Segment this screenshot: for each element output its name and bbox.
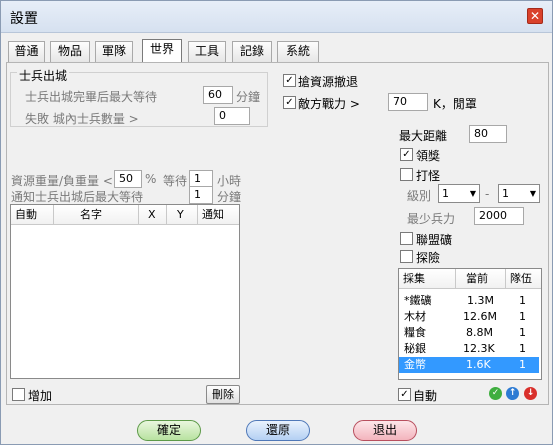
retreat-checkbox[interactable] (283, 74, 296, 87)
gather-team: 1 (519, 326, 526, 339)
gather-team: 1 (519, 342, 526, 355)
max-distance-input[interactable]: 80 (469, 125, 507, 143)
auto-checkbox[interactable] (398, 388, 411, 401)
alliance-mine-checkbox[interactable] (400, 232, 413, 245)
notify-unit: 分鐘 (217, 190, 242, 204)
retreat-label: 搶資源撤退 (298, 75, 359, 89)
enemy-power-checkbox[interactable] (283, 96, 296, 109)
gather-current: 1.6K (466, 358, 491, 371)
soldier-fail-label: 失敗 城內士兵數量 > (25, 112, 139, 126)
gather-name: 秘銀 (404, 342, 426, 355)
gather-header-current[interactable]: 當前 (456, 269, 506, 289)
gather-name: 金幣 (404, 358, 426, 371)
gather-table: 採集 當前 隊伍 *鐵礦 1.3M 1 木材 12.6M 1 糧食 8.8M 1 秘銀 12.… (398, 268, 542, 380)
tab-general[interactable]: 普通 (8, 41, 45, 62)
gather-name: 糧食 (404, 326, 426, 339)
chevron-down-icon: ▼ (529, 189, 536, 198)
target-table: 自動 名字 X Y 通知 (10, 204, 240, 379)
header-name[interactable]: 名字 (54, 205, 139, 225)
gather-row[interactable]: 木材 12.6M 1 (399, 309, 539, 325)
tab-army[interactable]: 軍隊 (95, 41, 133, 62)
move-up-icon[interactable]: ↑ (506, 387, 519, 400)
gather-team: 1 (519, 310, 526, 323)
add-label: 增加 (28, 389, 53, 403)
explore-checkbox[interactable] (400, 250, 413, 263)
auto-label: 自動 (413, 389, 438, 403)
gather-row[interactable]: 秘銀 12.3K 1 (399, 341, 539, 357)
soldier-wait-label: 士兵出城完畢后最大等待 (25, 90, 158, 104)
resource-ratio-unit: % (145, 172, 157, 186)
monster-checkbox[interactable] (400, 168, 413, 181)
exit-button[interactable]: 退出 (353, 420, 417, 441)
gather-current: 1.3M (467, 294, 494, 307)
resource-wait-label: 等待 (163, 174, 188, 188)
gather-name: *鐵礦 (404, 294, 432, 307)
level-to-value: 1 (502, 187, 509, 200)
header-y[interactable]: Y (167, 205, 198, 225)
monster-label: 打怪 (416, 169, 441, 183)
enemy-power-unit: K，閒罩 (433, 97, 477, 111)
resource-ratio-input[interactable]: 50 (114, 170, 142, 188)
tab-system[interactable]: 系統 (277, 41, 319, 62)
window-title: 設置 (10, 11, 38, 27)
gather-row-selected[interactable]: 金幣 1.6K 1 (399, 357, 539, 373)
settings-window: 設置 ✕ 普通 物品 軍隊 世界 工具 記錄 系統 士兵出城 士兵出城完畢后最大… (0, 0, 553, 445)
soldier-group-title: 士兵出城 (17, 67, 70, 84)
confirm-button[interactable]: 確定 (137, 420, 201, 441)
resource-wait-unit: 小時 (217, 174, 242, 188)
notify-input[interactable]: 1 (189, 186, 213, 204)
tab-world[interactable]: 世界 (142, 39, 182, 62)
header-x[interactable]: X (139, 205, 167, 225)
soldier-wait-input[interactable]: 60 (203, 86, 233, 104)
gather-team: 1 (519, 294, 526, 307)
gather-team: 1 (519, 358, 526, 371)
gather-name: 木材 (404, 310, 426, 323)
reward-label: 領獎 (416, 149, 441, 163)
enemy-power-label: 敵方戰力 > (298, 97, 360, 111)
level-dash: - (485, 187, 490, 201)
level-label: 級別 (407, 189, 432, 203)
notify-label: 通知士兵出城后最大等待 (11, 190, 144, 204)
tab-log[interactable]: 記錄 (232, 41, 272, 62)
level-from-value: 1 (442, 187, 449, 200)
add-checkbox[interactable] (12, 388, 25, 401)
explore-label: 探險 (416, 251, 441, 265)
header-auto[interactable]: 自動 (11, 205, 54, 225)
gather-current: 12.3K (463, 342, 495, 355)
world-panel: 士兵出城 士兵出城完畢后最大等待 60 分鐘 失敗 城內士兵數量 > 0 搶資源… (6, 62, 549, 405)
delete-button[interactable]: 刪除 (206, 385, 240, 404)
close-icon[interactable]: ✕ (527, 8, 543, 24)
tab-items[interactable]: 物品 (50, 41, 90, 62)
min-troops-input[interactable]: 2000 (474, 207, 524, 225)
gather-header-name[interactable]: 採集 (399, 269, 456, 289)
tab-tools[interactable]: 工具 (188, 41, 226, 62)
level-from-select[interactable]: 1 ▼ (438, 184, 480, 203)
title-bar[interactable]: 設置 ✕ (1, 1, 552, 33)
gather-row[interactable]: 糧食 8.8M 1 (399, 325, 539, 341)
soldier-wait-unit: 分鐘 (236, 90, 261, 104)
gather-current: 12.6M (463, 310, 497, 323)
gather-row[interactable]: *鐵礦 1.3M 1 (399, 293, 539, 309)
header-notify[interactable]: 通知 (198, 205, 239, 225)
move-down-icon[interactable]: ↓ (524, 387, 537, 400)
gather-header-team[interactable]: 隊伍 (506, 269, 541, 289)
resource-ratio-label: 資源重量/負重量 < (11, 174, 113, 188)
ok-icon[interactable]: ✓ (489, 387, 502, 400)
alliance-mine-label: 聯盟礦 (416, 233, 453, 247)
max-distance-label: 最大距離 (399, 129, 448, 143)
soldier-fail-input[interactable]: 0 (214, 107, 250, 125)
reward-checkbox[interactable] (400, 148, 413, 161)
enemy-power-input[interactable]: 70 (388, 93, 428, 111)
gather-current: 8.8M (466, 326, 493, 339)
level-to-select[interactable]: 1 ▼ (498, 184, 540, 203)
min-troops-label: 最少兵力 (407, 212, 456, 226)
restore-button[interactable]: 還原 (246, 420, 310, 441)
chevron-down-icon: ▼ (469, 189, 476, 198)
